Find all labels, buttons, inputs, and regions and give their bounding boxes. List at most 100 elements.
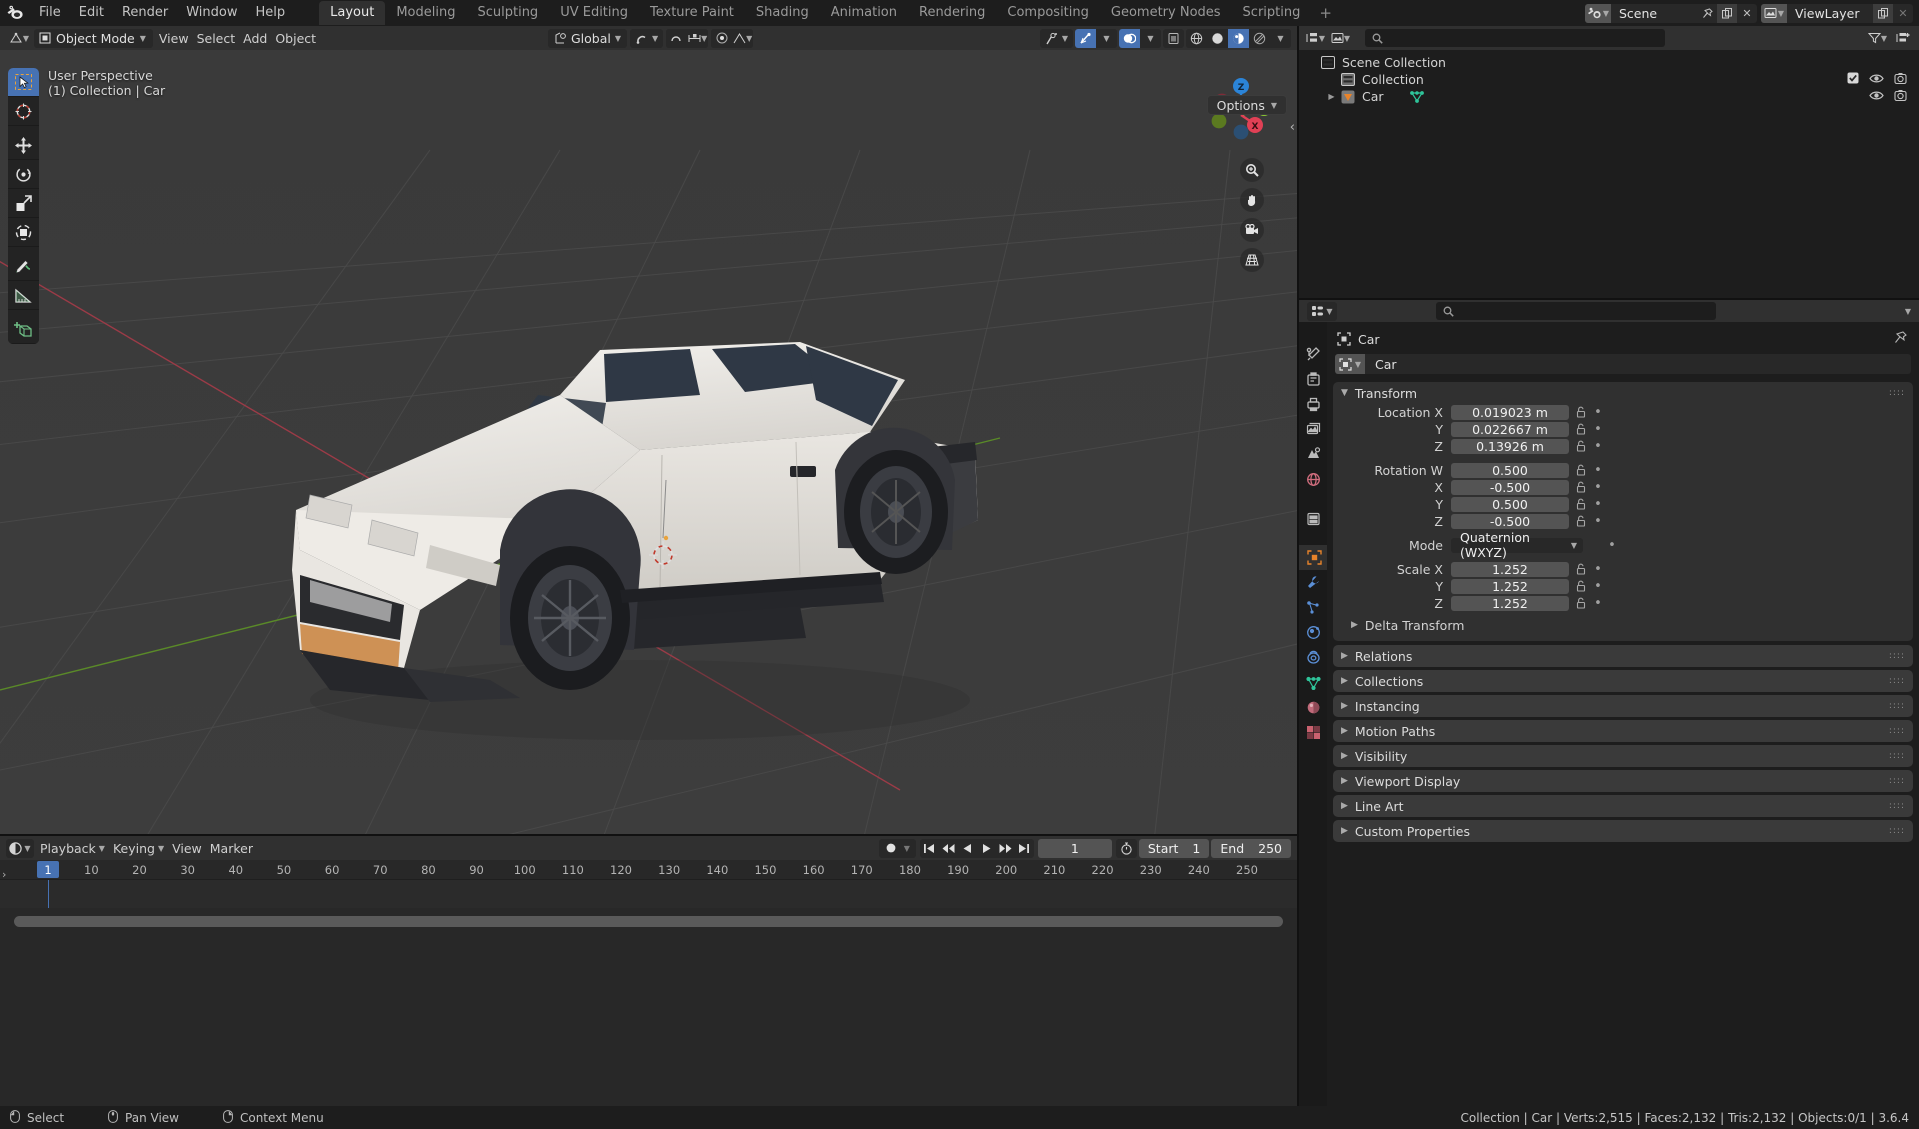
frame-start-field[interactable]: Start 1 xyxy=(1138,838,1210,858)
gizmo-toggle[interactable] xyxy=(1075,28,1096,48)
xray-toggle[interactable] xyxy=(1163,28,1184,48)
workspace-tab-rendering[interactable]: Rendering xyxy=(908,1,996,25)
outliner-new-collection-icon[interactable] xyxy=(1892,29,1913,48)
outliner-display-mode-icon[interactable]: ▼ xyxy=(1330,29,1351,48)
properties-physics-tab[interactable] xyxy=(1299,620,1327,645)
properties-collection-tab[interactable] xyxy=(1299,506,1327,531)
properties-output-tab[interactable] xyxy=(1299,392,1327,417)
workspace-tab-layout[interactable]: Layout xyxy=(319,1,386,25)
animate-property-dot[interactable]: • xyxy=(1591,497,1605,512)
animate-property-dot[interactable]: • xyxy=(1591,463,1605,478)
properties-view-layer-tab[interactable] xyxy=(1299,417,1327,442)
field-value[interactable]: 0.500 xyxy=(1451,496,1569,512)
blender-logo-icon[interactable] xyxy=(0,5,30,21)
menu-edit[interactable]: Edit xyxy=(70,2,113,24)
current-frame-field[interactable]: 1 xyxy=(1037,838,1112,858)
lock-icon[interactable] xyxy=(1569,464,1591,476)
animate-property-dot[interactable]: • xyxy=(1591,422,1605,437)
disclosure-triangle-icon[interactable]: ▶ xyxy=(1325,92,1338,101)
field-value[interactable]: 0.022667 m xyxy=(1451,421,1569,437)
animate-property-dot[interactable]: • xyxy=(1591,596,1605,611)
field-value[interactable]: -0.500 xyxy=(1451,513,1569,529)
outliner-row-scene-collection[interactable]: Scene Collection xyxy=(1299,54,1919,71)
properties-render-tab[interactable] xyxy=(1299,367,1327,392)
workspace-tab-shading[interactable]: Shading xyxy=(745,1,820,25)
play-reverse-button[interactable] xyxy=(958,839,977,858)
field-value[interactable]: 1.252 xyxy=(1451,578,1569,594)
snap-magnet-toggle[interactable]: ▼ xyxy=(630,28,664,48)
scale-tool[interactable] xyxy=(8,189,39,218)
measure-tool[interactable] xyxy=(8,281,39,310)
workspace-tab-uv-editing[interactable]: UV Editing xyxy=(549,1,639,25)
frame-end-field[interactable]: End 250 xyxy=(1211,838,1291,858)
properties-data-tab[interactable] xyxy=(1299,670,1327,695)
properties-particles-tab[interactable] xyxy=(1299,595,1327,620)
timeline-track-area[interactable] xyxy=(0,880,1297,908)
camera-icon[interactable] xyxy=(1240,218,1264,242)
timeline-menu-playback[interactable]: Playback ▼ xyxy=(36,839,109,857)
lock-icon[interactable] xyxy=(1569,423,1591,435)
transform-panel-header[interactable]: ▼ Transform :::: xyxy=(1333,382,1913,404)
properties-options-dropdown[interactable]: ▼ xyxy=(1905,307,1911,316)
field-value[interactable]: 0.13926 m xyxy=(1451,438,1569,454)
cursor-tool[interactable] xyxy=(8,97,39,126)
scene-name[interactable]: Scene xyxy=(1611,6,1697,21)
editor-divider-timeline[interactable] xyxy=(0,834,1297,836)
properties-modifiers-tab[interactable] xyxy=(1299,570,1327,595)
gizmo-dropdown[interactable]: ▼ xyxy=(1096,28,1117,48)
properties-constraints-tab[interactable] xyxy=(1299,645,1327,670)
timeline-playhead[interactable] xyxy=(48,880,49,908)
lock-icon[interactable] xyxy=(1569,563,1591,575)
properties-world-tab[interactable] xyxy=(1299,467,1327,492)
zoom-icon[interactable] xyxy=(1240,158,1264,182)
lock-icon[interactable] xyxy=(1569,515,1591,527)
outliner-row-car[interactable]: ▶ Car xyxy=(1299,88,1919,105)
properties-texture-tab[interactable] xyxy=(1299,720,1327,745)
play-button[interactable] xyxy=(977,839,996,858)
viewport-menu-add[interactable]: Add xyxy=(239,29,271,47)
use-preview-range-icon[interactable] xyxy=(1115,838,1137,858)
hand-pan-icon[interactable] xyxy=(1240,188,1264,212)
animate-property-dot[interactable]: • xyxy=(1591,579,1605,594)
hide-in-viewport-icon[interactable] xyxy=(1869,72,1884,87)
menu-render[interactable]: Render xyxy=(113,2,177,24)
grid-perspective-icon[interactable] xyxy=(1240,248,1264,272)
outliner-search-input[interactable] xyxy=(1365,29,1665,47)
panel-viewport-display[interactable]: ▶ Viewport Display:::: xyxy=(1333,770,1913,792)
annotate-tool[interactable] xyxy=(8,252,39,281)
proportional-falloff-toggle[interactable] xyxy=(711,28,733,48)
field-value[interactable]: 1.252 xyxy=(1451,595,1569,611)
animate-property-dot[interactable]: • xyxy=(1591,405,1605,420)
exclude-checkbox[interactable] xyxy=(1847,72,1859,87)
timeline-menu-marker[interactable]: Marker xyxy=(206,839,257,857)
auto-keying-toggle[interactable]: ▼ xyxy=(878,838,916,858)
add-cube-tool[interactable] xyxy=(8,315,39,344)
move-tool[interactable] xyxy=(8,131,39,160)
timeline-ruler[interactable]: 10 20 30 40 50 60 70 80 90 100 110 120 130 140 150 160 1… xyxy=(0,860,1297,880)
workspace-tab-modeling[interactable]: Modeling xyxy=(385,1,466,25)
workspace-tab-compositing[interactable]: Compositing xyxy=(996,1,1100,25)
pin-scene-icon[interactable] xyxy=(1697,4,1717,23)
properties-material-tab[interactable] xyxy=(1299,695,1327,720)
lock-icon[interactable] xyxy=(1569,406,1591,418)
animate-property-dot[interactable]: • xyxy=(1591,514,1605,529)
lock-icon[interactable] xyxy=(1569,481,1591,493)
panel-motion-paths[interactable]: ▶ Motion Paths:::: xyxy=(1333,720,1913,742)
viewport-options-button[interactable]: Options ▼ xyxy=(1206,95,1287,115)
timeline-channels-toggle[interactable]: › xyxy=(2,868,6,881)
workspace-tab-texture-paint[interactable]: Texture Paint xyxy=(639,1,745,25)
disable-in-render-icon[interactable] xyxy=(1894,89,1907,105)
transform-orientation-selector[interactable]: Global ▼ xyxy=(548,28,628,48)
field-value[interactable]: 1.252 xyxy=(1451,561,1569,577)
lock-icon[interactable] xyxy=(1569,580,1591,592)
animate-property-dot[interactable]: • xyxy=(1591,480,1605,495)
hide-in-viewport-icon[interactable] xyxy=(1869,89,1884,104)
rotate-tool[interactable] xyxy=(8,160,39,189)
new-viewlayer-icon[interactable] xyxy=(1873,3,1893,23)
3d-viewport[interactable]: User Perspective (1) Collection | Car Z … xyxy=(0,50,1297,835)
pin-id-icon[interactable] xyxy=(1894,330,1907,348)
menu-help[interactable]: Help xyxy=(247,2,295,24)
viewport-menu-view[interactable]: View xyxy=(155,29,193,47)
properties-search-input[interactable] xyxy=(1435,302,1716,320)
editor-divider-vertical[interactable] xyxy=(1297,26,1299,1106)
